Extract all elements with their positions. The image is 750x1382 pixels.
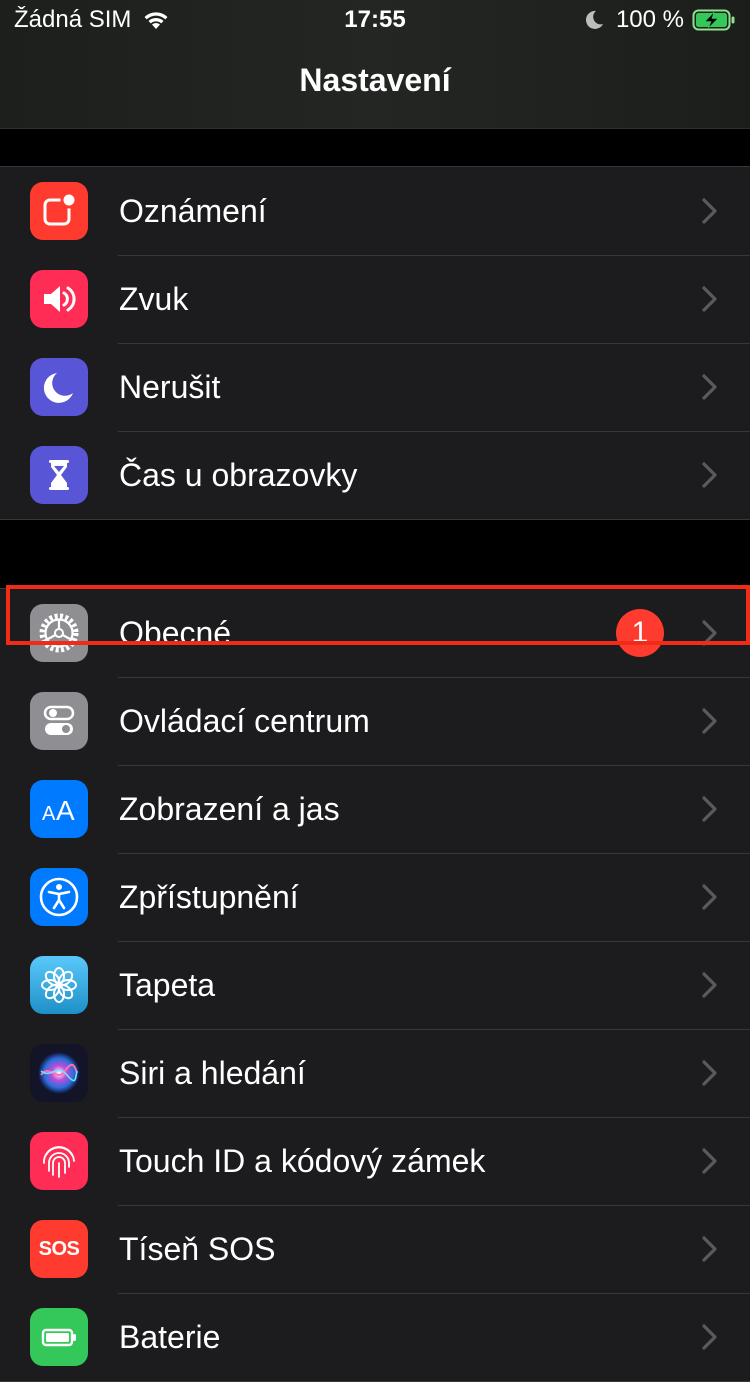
sos-icon-text: SOS bbox=[38, 1237, 80, 1260]
chevron-right-icon bbox=[702, 708, 717, 734]
chevron-right-icon bbox=[702, 972, 717, 998]
row-label: Tapeta bbox=[119, 967, 216, 1003]
chevron-right-icon bbox=[702, 796, 717, 822]
notifications-icon bbox=[30, 182, 88, 240]
status-right: 100 % bbox=[584, 6, 736, 34]
svg-text:A: A bbox=[56, 795, 75, 826]
settings-row-notifications[interactable]: Oznámení bbox=[0, 167, 750, 255]
row-label: Obecné bbox=[119, 615, 232, 651]
row-label: Tíseň SOS bbox=[119, 1231, 276, 1267]
row-label: Zobrazení a jas bbox=[119, 791, 340, 827]
settings-row-emergency-sos[interactable]: SOS Tíseň SOS bbox=[0, 1205, 750, 1293]
fingerprint-icon bbox=[30, 1132, 88, 1190]
moon-icon bbox=[30, 358, 88, 416]
row-label: Oznámení bbox=[119, 193, 267, 229]
settings-row-display-brightness[interactable]: A A Zobrazení a jas bbox=[0, 765, 750, 853]
settings-row-do-not-disturb[interactable]: Nerušit bbox=[0, 343, 750, 431]
settings-row-general[interactable]: Obecné 1 bbox=[0, 589, 750, 677]
battery-charging-icon bbox=[692, 9, 735, 31]
chevron-right-icon bbox=[702, 286, 717, 312]
settings-row-accessibility[interactable]: Zpřístupnění bbox=[0, 853, 750, 941]
row-label: Touch ID a kódový zámek bbox=[119, 1143, 486, 1179]
chevron-right-icon bbox=[702, 884, 717, 910]
settings-row-sound[interactable]: Zvuk bbox=[0, 255, 750, 343]
battery-percent: 100 % bbox=[615, 6, 684, 33]
notification-badge: 1 bbox=[616, 609, 664, 657]
do-not-disturb-icon bbox=[585, 10, 603, 29]
hourglass-icon bbox=[30, 446, 88, 504]
sos-icon: SOS bbox=[30, 1220, 88, 1278]
chevron-right-icon bbox=[702, 1060, 717, 1086]
accessibility-icon bbox=[30, 868, 88, 926]
flower-icon bbox=[30, 956, 88, 1014]
row-label: Zvuk bbox=[119, 281, 189, 317]
settings-row-screen-time[interactable]: Čas u obrazovky bbox=[0, 431, 750, 519]
chevron-right-icon bbox=[702, 1148, 717, 1174]
settings-group-1: Oznámení Zvuk Nerušit Čas u obrazovky bbox=[0, 166, 750, 520]
navigation-header: Žádná SIM 17:55 100 % Nastavení bbox=[0, 0, 750, 129]
sound-icon bbox=[30, 270, 88, 328]
svg-text:A: A bbox=[42, 803, 56, 825]
page-title: Nastavení bbox=[299, 62, 451, 98]
gear-icon bbox=[30, 604, 88, 662]
settings-row-touch-id[interactable]: Touch ID a kódový zámek bbox=[0, 1117, 750, 1205]
chevron-right-icon bbox=[702, 620, 717, 646]
text-size-icon: A A bbox=[30, 780, 88, 838]
chevron-right-icon bbox=[702, 198, 717, 224]
row-label: Nerušit bbox=[119, 369, 221, 405]
settings-row-wallpaper[interactable]: Tapeta bbox=[0, 941, 750, 1029]
battery-icon bbox=[30, 1308, 88, 1366]
chevron-right-icon bbox=[702, 462, 717, 488]
row-label: Zpřístupnění bbox=[119, 879, 299, 915]
row-label: Ovládací centrum bbox=[119, 703, 370, 739]
settings-row-siri-search[interactable]: Siri a hledání bbox=[0, 1029, 750, 1117]
settings-row-control-center[interactable]: Ovládací centrum bbox=[0, 677, 750, 765]
chevron-right-icon bbox=[702, 374, 717, 400]
toggles-icon bbox=[30, 692, 88, 750]
siri-icon bbox=[30, 1044, 88, 1102]
row-label: Baterie bbox=[119, 1319, 221, 1355]
row-label: Čas u obrazovky bbox=[119, 457, 358, 493]
settings-row-battery[interactable]: Baterie bbox=[0, 1293, 750, 1381]
chevron-right-icon bbox=[702, 1324, 717, 1350]
settings-group-2: Obecné 1 Ovládací centrum A A Zobrazení … bbox=[0, 588, 750, 1382]
status-bar: Žádná SIM 17:55 100 % bbox=[0, 0, 750, 44]
chevron-right-icon bbox=[702, 1236, 717, 1262]
row-label: Siri a hledání bbox=[119, 1055, 306, 1091]
